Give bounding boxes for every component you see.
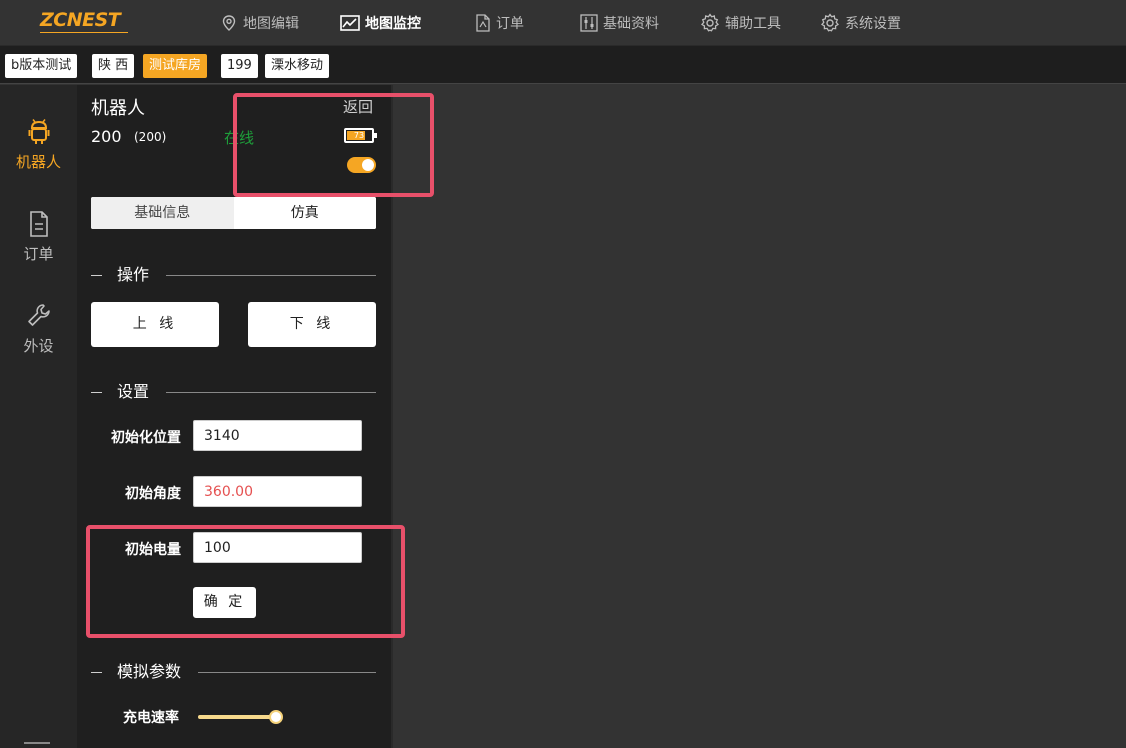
nav-base-data[interactable]: 基础资料 [580, 12, 659, 34]
tag-lishui-mobile[interactable]: 溧水移动 [265, 54, 330, 78]
init-position-input[interactable] [193, 420, 362, 451]
left-sidebar: 机器人 订单 外设 [0, 85, 77, 748]
init-battery-label: 初始电量 [125, 542, 181, 558]
chart-line-icon [340, 15, 360, 31]
sidebar-item-orders-label: 订单 [23, 245, 54, 263]
section-operation-label: 操作 [117, 265, 150, 284]
online-button[interactable]: 上 线 [91, 302, 219, 347]
section-dash [91, 672, 102, 673]
section-operation: 操作 [91, 265, 376, 285]
init-angle-input[interactable] [193, 476, 362, 507]
tag-bar: b版本测试 陕 西 测试库房 199 溧水移动 [0, 46, 1126, 84]
map-pin-icon [222, 15, 236, 31]
section-settings-label: 设置 [117, 382, 150, 401]
section-rule [198, 672, 376, 673]
charge-rate-label: 充电速率 [123, 710, 179, 726]
sidebar-item-robot[interactable]: 机器人 [0, 119, 77, 172]
document-icon [476, 14, 490, 32]
section-rule [166, 275, 376, 276]
nav-tools-label: 辅助工具 [725, 16, 781, 32]
section-dash [91, 392, 102, 393]
panel-title: 机器人 [91, 98, 145, 119]
section-dash [91, 275, 102, 276]
sidebar-item-robot-label: 机器人 [15, 153, 61, 171]
sidebar-item-orders[interactable]: 订单 [0, 211, 77, 264]
battery-cap [374, 133, 377, 138]
robot-panel: 机器人 返回 200 (200) 在线 73 基础信息 仿真 操作 上 线 下 … [77, 85, 391, 748]
nav-system-settings[interactable]: 系统设置 [820, 12, 901, 34]
nav-map-edit-label: 地图编辑 [243, 16, 299, 32]
battery-icon: 73 [344, 128, 377, 143]
charge-rate-track[interactable] [198, 715, 276, 719]
top-navigation-bar: ZCNEST 地图编辑 地图监控 订单 基础资料 辅助工具 系统设置 [0, 0, 1126, 46]
logo-underline [40, 32, 128, 33]
nav-map-monitor[interactable]: 地图监控 [340, 12, 421, 34]
logo-text: ZCNEST [40, 9, 121, 31]
tag-version-test[interactable]: b版本测试 [5, 54, 78, 78]
sliders-icon [580, 14, 598, 32]
section-settings: 设置 [91, 382, 376, 402]
confirm-button[interactable]: 确 定 [193, 587, 256, 618]
nav-base-data-label: 基础资料 [603, 16, 659, 32]
gear-icon [821, 13, 839, 32]
tag-199[interactable]: 199 [221, 54, 258, 78]
sidebar-item-peripherals-label: 外设 [23, 337, 54, 355]
status-badge: 在线 [224, 129, 255, 147]
nav-orders-label: 订单 [496, 16, 524, 32]
tag-test-warehouse[interactable]: 测试库房 [143, 54, 208, 78]
panel-divider [391, 85, 393, 748]
charge-rate-slider-handle[interactable] [269, 710, 283, 724]
zcnest-logo[interactable]: ZCNEST [40, 9, 132, 35]
robot-toggle-switch[interactable] [347, 157, 376, 173]
wrench-icon [27, 304, 50, 326]
tab-basic-info[interactable]: 基础信息 [91, 197, 234, 229]
robot-id-sub: (200) [134, 130, 167, 144]
back-link[interactable]: 返回 [343, 96, 373, 117]
nav-map-edit[interactable]: 地图编辑 [220, 12, 299, 34]
panel-tabs: 基础信息 仿真 [91, 197, 376, 229]
nav-system-settings-label: 系统设置 [845, 16, 901, 32]
gear-icon [701, 13, 719, 32]
init-battery-input[interactable] [193, 532, 362, 563]
init-angle-label: 初始角度 [125, 486, 181, 502]
tab-simulation[interactable]: 仿真 [233, 197, 376, 229]
nav-map-monitor-label: 地图监控 [365, 16, 421, 32]
robot-id: 200 [91, 127, 122, 146]
nav-orders[interactable]: 订单 [475, 12, 524, 34]
tag-shaanxi[interactable]: 陕 西 [92, 54, 135, 78]
section-simulation-label: 模拟参数 [117, 662, 182, 681]
menu-toggle-icon[interactable] [24, 742, 50, 744]
offline-button[interactable]: 下 线 [248, 302, 376, 347]
sidebar-item-peripherals[interactable]: 外设 [0, 303, 77, 356]
document-icon [29, 211, 48, 237]
section-simulation: 模拟参数 [91, 662, 376, 682]
nav-tools[interactable]: 辅助工具 [700, 12, 781, 34]
android-robot-icon [28, 119, 49, 144]
toggle-knob [362, 159, 374, 171]
init-position-label: 初始化位置 [111, 430, 181, 446]
section-rule [166, 392, 376, 393]
battery-value: 73 [353, 131, 365, 140]
